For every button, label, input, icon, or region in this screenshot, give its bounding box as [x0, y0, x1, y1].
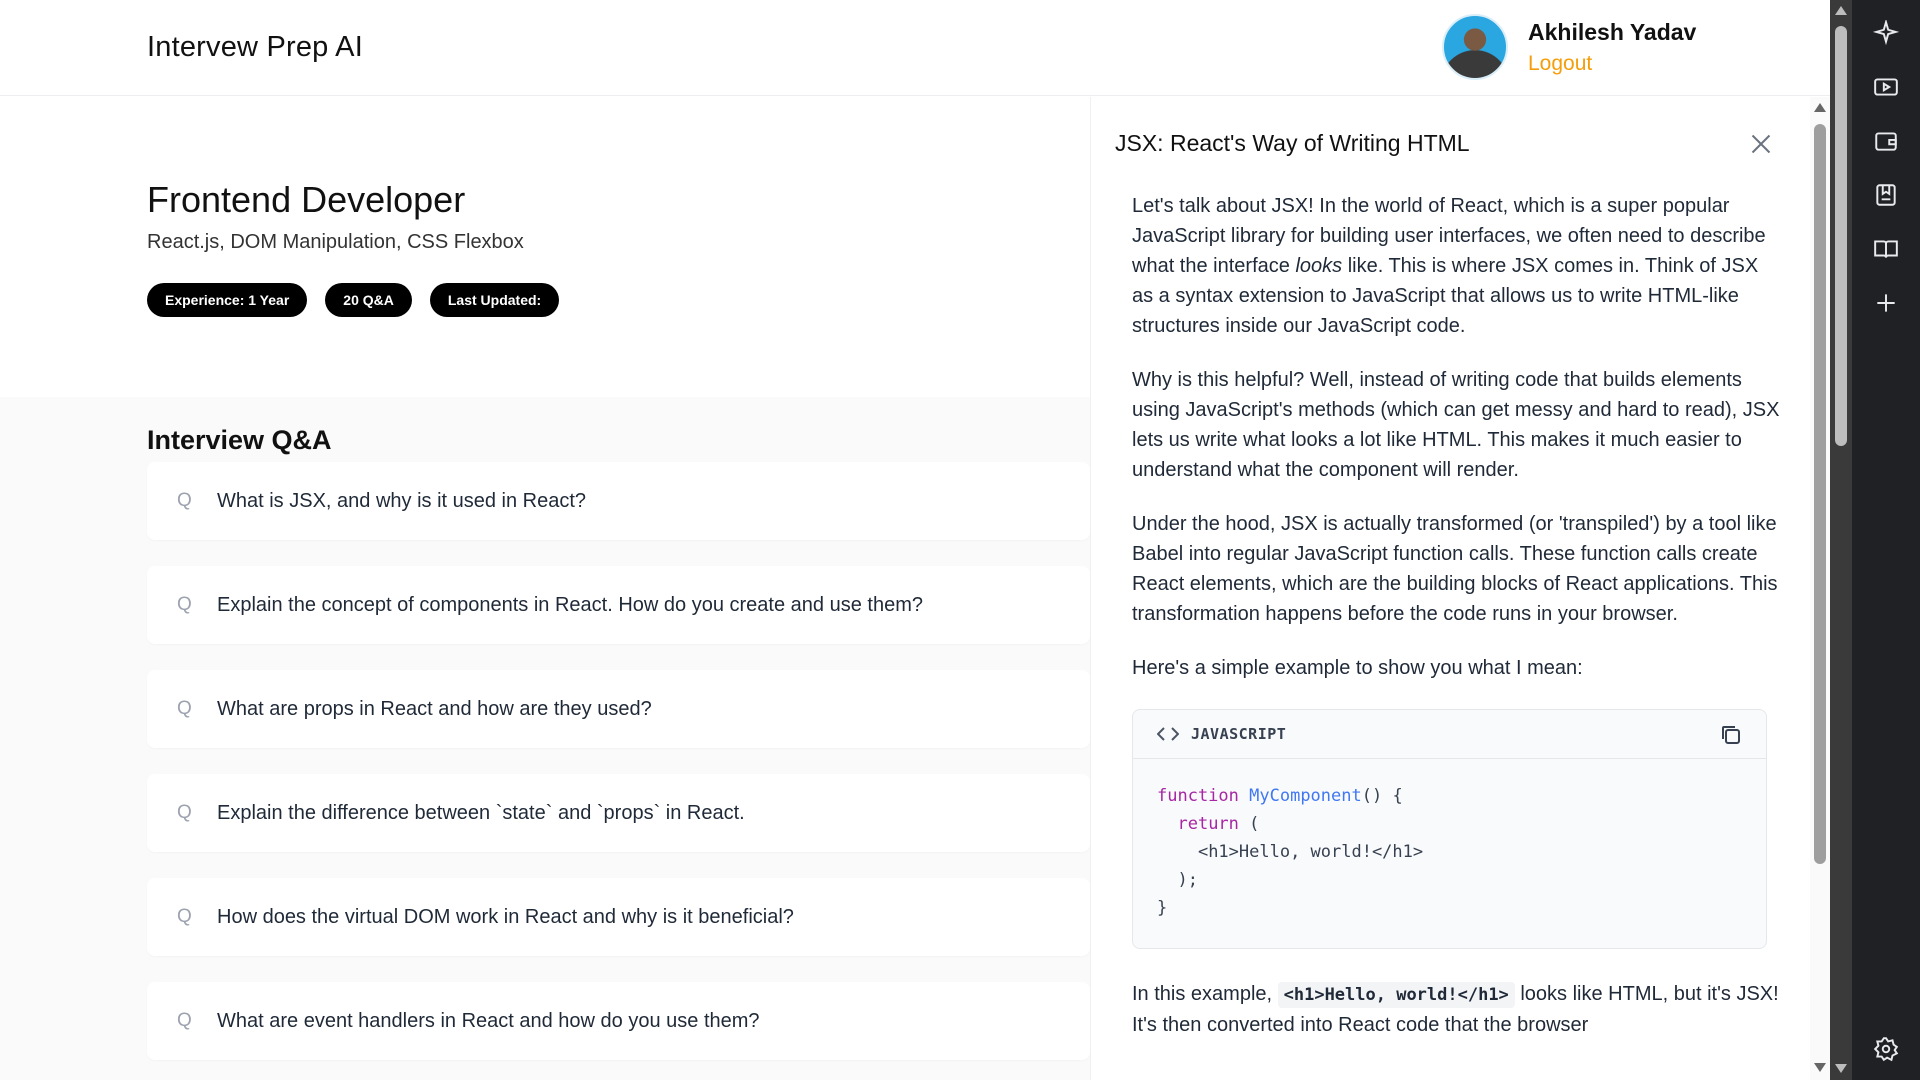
experience-pill: Experience: 1 Year	[147, 283, 308, 317]
user-menu: Akhilesh Yadav Logout	[1442, 14, 1696, 80]
main-content: Frontend Developer React.js, DOM Manipul…	[0, 97, 1090, 1080]
inline-code: <h1>Hello, world!</h1>	[1277, 982, 1515, 1008]
question-text: What are props in React and how are they…	[217, 697, 652, 720]
bookmark-icon[interactable]	[1871, 180, 1901, 210]
paragraph: Why is this helpful? Well, instead of wr…	[1132, 369, 1780, 481]
scroll-down-arrow-icon[interactable]	[1835, 1064, 1847, 1073]
info-pills: Experience: 1 Year 20 Q&A Last Updated:	[147, 283, 560, 317]
q-marker: Q	[177, 490, 192, 511]
user-name: Akhilesh Yadav	[1528, 18, 1697, 45]
question-item[interactable]: Q Explain the concept of components in R…	[147, 566, 1090, 644]
role-title: Frontend Developer	[147, 179, 466, 220]
question-item[interactable]: Q Explain the difference between `state`…	[147, 774, 1090, 852]
app-title[interactable]: Intervew Prep AI	[147, 31, 363, 64]
drawer-scrollbar[interactable]	[1810, 97, 1830, 1080]
q-marker: Q	[177, 698, 192, 719]
paragraph: Under the hood, JSX is actually transfor…	[1132, 513, 1778, 625]
code-language: JAVASCRIPT	[1191, 725, 1287, 743]
video-icon[interactable]	[1871, 72, 1901, 102]
qa-list: Q What is JSX, and why is it used in Rea…	[147, 462, 1090, 1080]
role-hero: Frontend Developer React.js, DOM Manipul…	[0, 97, 1090, 397]
q-marker: Q	[177, 906, 192, 927]
code-icon	[1157, 727, 1179, 741]
code-block: JAVASCRIPT function MyComponent() { retu…	[1132, 709, 1767, 949]
code-content: function MyComponent() { return ( <h1>He…	[1157, 786, 1424, 918]
logout-link[interactable]: Logout	[1528, 52, 1696, 76]
user-meta: Akhilesh Yadav Logout	[1528, 19, 1696, 76]
page-scrollbar[interactable]	[1830, 0, 1852, 1080]
q-marker: Q	[177, 802, 192, 823]
question-text: Explain the difference between `state` a…	[217, 801, 745, 824]
explanation-drawer: JSX: React's Way of Writing HTML Let's t…	[1090, 97, 1810, 1080]
question-item[interactable]: Q What are event handlers in React and h…	[147, 982, 1090, 1060]
role-topics: React.js, DOM Manipulation, CSS Flexbox	[147, 231, 524, 253]
question-text: What are event handlers in React and how…	[217, 1009, 760, 1032]
scroll-up-arrow-icon[interactable]	[1814, 103, 1826, 112]
close-icon[interactable]	[1747, 131, 1775, 159]
question-text: What is JSX, and why is it used in React…	[217, 489, 587, 512]
settings-icon[interactable]	[1871, 1034, 1901, 1064]
question-item[interactable]: Q What are props in React and how are th…	[147, 670, 1090, 748]
qa-count-pill: 20 Q&A	[325, 283, 412, 317]
q-marker: Q	[177, 594, 192, 615]
scroll-thumb[interactable]	[1835, 26, 1847, 446]
book-icon[interactable]	[1871, 234, 1901, 264]
drawer-body: Let's talk about JSX! In the world of Re…	[1132, 191, 1782, 1064]
paragraph: Let's talk about JSX! In the world of Re…	[1132, 195, 1766, 337]
paragraph: Here's a simple example to show you what…	[1132, 657, 1583, 679]
question-text: How does the virtual DOM work in React a…	[217, 905, 794, 928]
question-item[interactable]: Q What is JSX, and why is it used in Rea…	[147, 462, 1090, 540]
wallet-icon[interactable]	[1871, 126, 1901, 156]
qa-section: Interview Q&A Q What is JSX, and why is …	[0, 397, 1090, 1080]
drawer-title: JSX: React's Way of Writing HTML	[1115, 130, 1470, 156]
top-header: Intervew Prep AI Akhilesh Yadav Logout	[0, 0, 1830, 96]
sparkle-icon[interactable]	[1871, 18, 1901, 48]
code-header: JAVASCRIPT	[1133, 710, 1766, 759]
q-marker: Q	[177, 1010, 192, 1031]
question-text: Explain the concept of components in Rea…	[217, 593, 923, 616]
scroll-down-arrow-icon[interactable]	[1814, 1063, 1826, 1072]
scroll-thumb[interactable]	[1814, 124, 1826, 864]
plus-icon[interactable]	[1871, 288, 1901, 318]
paragraph: In this example, <h1>Hello, world!</h1> …	[1132, 982, 1779, 1036]
question-item[interactable]: Q How does the virtual DOM work in React…	[147, 878, 1090, 956]
copy-icon[interactable]	[1720, 724, 1742, 746]
last-updated-pill: Last Updated:	[429, 283, 560, 317]
avatar[interactable]	[1442, 14, 1508, 80]
qa-heading: Interview Q&A	[147, 425, 332, 455]
scroll-up-arrow-icon[interactable]	[1835, 6, 1847, 15]
browser-side-panel	[1852, 0, 1920, 1080]
